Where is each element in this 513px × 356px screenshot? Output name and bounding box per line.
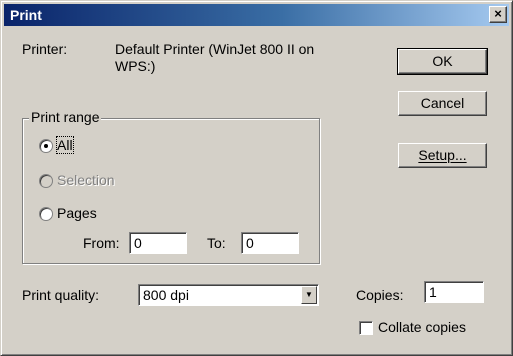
close-icon[interactable]: × [489,6,507,23]
print-range-label: Print range [29,109,102,125]
copies-input[interactable]: 1 [424,281,484,303]
print-dialog: Print × Printer: Default Printer (WinJet… [0,0,513,356]
ok-button[interactable]: OK [397,48,488,75]
radio-selection [39,174,53,188]
collate-checkbox[interactable] [359,321,373,335]
printer-label: Printer: [22,41,68,57]
chevron-down-icon[interactable]: ▼ [301,286,317,304]
radio-pages-label[interactable]: Pages [57,205,97,221]
print-quality-value: 800 dpi [143,287,189,303]
print-quality-label: Print quality: [22,287,100,303]
print-quality-select[interactable]: 800 dpi ▼ [138,284,319,306]
copies-label: Copies: [356,287,404,303]
radio-all-label[interactable]: All [56,136,74,154]
to-label: To: [207,235,226,251]
setup-button[interactable]: Setup... [398,143,487,168]
radio-dot [44,144,48,148]
from-input[interactable]: 0 [129,232,187,254]
from-label: From: [83,235,120,251]
window-title: Print [10,7,42,23]
printer-name-line1: Default Printer (WinJet 800 II on [115,41,315,57]
setup-button-label: Setup... [418,147,467,163]
radio-pages[interactable] [39,207,53,221]
cancel-button[interactable]: Cancel [398,91,487,116]
title-bar: Print × [4,4,509,26]
radio-selection-label: Selection [57,172,115,188]
to-input[interactable]: 0 [241,232,299,254]
printer-name-line2: WPS:) [115,58,156,74]
radio-all[interactable] [39,139,53,153]
collate-label[interactable]: Collate copies [378,319,466,335]
